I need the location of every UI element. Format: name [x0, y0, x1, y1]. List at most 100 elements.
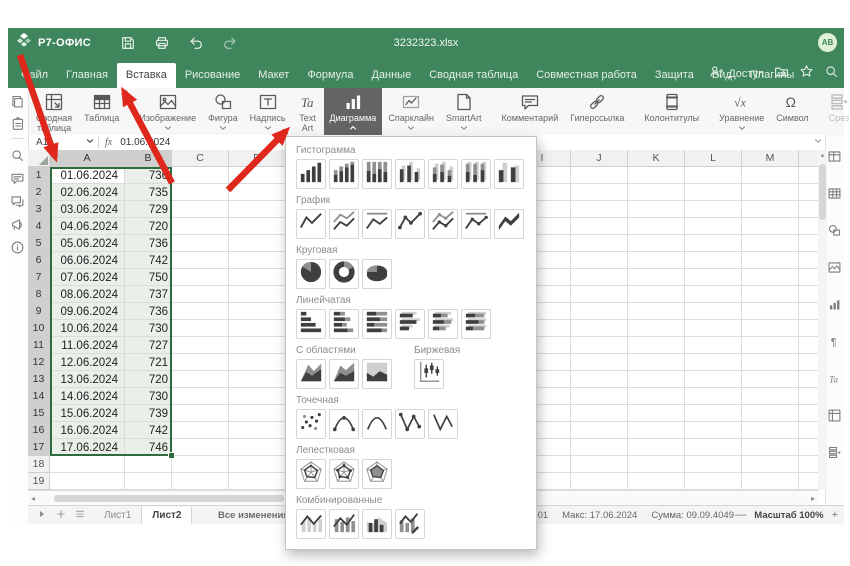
- undo-icon[interactable]: [187, 34, 205, 52]
- avatar[interactable]: AB: [818, 33, 837, 52]
- cell-b5[interactable]: 736: [125, 235, 172, 252]
- chart-type-line-stacked-markers[interactable]: [428, 209, 458, 239]
- column-header-m[interactable]: M: [742, 150, 799, 167]
- row-header-9[interactable]: 9: [28, 303, 50, 320]
- chart-type-bar-3d-stacked[interactable]: [428, 309, 458, 339]
- chart-type-radar[interactable]: [296, 459, 326, 489]
- cell-a10[interactable]: 10.06.2024: [50, 320, 125, 337]
- chart-type-bar-3d-clustered[interactable]: [395, 309, 425, 339]
- chart-type-doughnut[interactable]: [329, 259, 359, 289]
- chevron-down-icon[interactable]: [86, 137, 94, 148]
- sheet-list-icon[interactable]: [74, 508, 86, 523]
- paste-icon[interactable]: [10, 116, 26, 132]
- chat-icon[interactable]: [10, 194, 26, 210]
- row-header-2[interactable]: 2: [28, 184, 50, 201]
- menu-tab-макет[interactable]: Макет: [249, 63, 298, 88]
- cell-b12[interactable]: 721: [125, 354, 172, 371]
- menu-tab-совместная-работа[interactable]: Совместная работа: [527, 63, 646, 88]
- scroll-left-icon[interactable]: ◂: [31, 494, 35, 503]
- menu-tab-защита[interactable]: Защита: [646, 63, 703, 88]
- chart-type-line-stacked[interactable]: [329, 209, 359, 239]
- column-header-l[interactable]: L: [685, 150, 742, 167]
- cell-b11[interactable]: 727: [125, 337, 172, 354]
- copy-icon[interactable]: [10, 94, 26, 110]
- select-all-corner[interactable]: [28, 150, 50, 167]
- save-icon[interactable]: [119, 34, 137, 52]
- chart-type-bar-clustered[interactable]: [296, 309, 326, 339]
- about-icon[interactable]: [10, 240, 26, 256]
- cell-b6[interactable]: 742: [125, 252, 172, 269]
- chart-type-col-3d-clustered[interactable]: [395, 159, 425, 189]
- cell-a14[interactable]: 14.06.2024: [50, 388, 125, 405]
- cell-a12[interactable]: 12.06.2024: [50, 354, 125, 371]
- toolbar-button-equation[interactable]: √xУравнение: [713, 88, 770, 135]
- column-header-b[interactable]: B: [125, 150, 172, 167]
- menu-tab-сводная-таблица[interactable]: Сводная таблица: [420, 63, 527, 88]
- scroll-right-icon[interactable]: ▸: [811, 494, 815, 503]
- pivot-settings-icon[interactable]: [827, 408, 843, 424]
- cell-a16[interactable]: 16.06.2024: [50, 422, 125, 439]
- row-header-17[interactable]: 17: [28, 439, 50, 456]
- toolbar-button-chart[interactable]: Диаграмма: [324, 88, 383, 135]
- chart-type-combo-col-line[interactable]: [296, 509, 326, 539]
- chart-settings-icon[interactable]: [827, 297, 843, 313]
- image-settings-icon[interactable]: [827, 260, 843, 276]
- feedback-icon[interactable]: [10, 217, 26, 233]
- table-settings-icon[interactable]: [827, 186, 843, 202]
- row-header-12[interactable]: 12: [28, 354, 50, 371]
- cell-b15[interactable]: 739: [125, 405, 172, 422]
- row-header-16[interactable]: 16: [28, 422, 50, 439]
- chart-type-line-markers[interactable]: [395, 209, 425, 239]
- chart-type-bar-3d-100[interactable]: [461, 309, 491, 339]
- chart-type-radar-markers[interactable]: [329, 459, 359, 489]
- toolbar-button-image[interactable]: Изображение: [133, 88, 202, 135]
- menu-tab-формула[interactable]: Формула: [298, 63, 362, 88]
- chart-type-bar-stacked[interactable]: [329, 309, 359, 339]
- cell-a3[interactable]: 03.06.2024: [50, 201, 125, 218]
- add-sheet-icon[interactable]: [55, 508, 67, 523]
- name-box[interactable]: A1: [28, 137, 98, 148]
- cell-b2[interactable]: 735: [125, 184, 172, 201]
- toolbar-button-comment[interactable]: Комментарий: [496, 88, 565, 135]
- chart-type-area-100[interactable]: [362, 359, 392, 389]
- toolbar-button-pivot-table[interactable]: Сводная таблица: [30, 88, 78, 135]
- row-header-3[interactable]: 3: [28, 201, 50, 218]
- cell-a6[interactable]: 06.06.2024: [50, 252, 125, 269]
- row-header-15[interactable]: 15: [28, 405, 50, 422]
- access-button[interactable]: Доступ: [709, 64, 764, 84]
- cell-a4[interactable]: 04.06.2024: [50, 218, 125, 235]
- menu-tab-вставка[interactable]: Вставка: [117, 63, 176, 88]
- menu-tab-рисование[interactable]: Рисование: [176, 63, 249, 88]
- row-header-8[interactable]: 8: [28, 286, 50, 303]
- chart-type-combo-area-col[interactable]: [362, 509, 392, 539]
- star-icon[interactable]: [799, 64, 814, 84]
- cell-a1[interactable]: 01.06.2024: [50, 167, 125, 184]
- cell-a13[interactable]: 13.06.2024: [50, 371, 125, 388]
- slicer-settings-icon[interactable]: [827, 445, 843, 461]
- cell-b14[interactable]: 730: [125, 388, 172, 405]
- chart-type-bar-100[interactable]: [362, 309, 392, 339]
- cell-b17[interactable]: 746: [125, 439, 172, 456]
- cell-b7[interactable]: 750: [125, 269, 172, 286]
- row-header-5[interactable]: 5: [28, 235, 50, 252]
- chart-type-line[interactable]: [296, 209, 326, 239]
- row-header-19[interactable]: 19: [28, 473, 50, 490]
- chart-type-scatter-smooth-markers[interactable]: [329, 409, 359, 439]
- cell-b8[interactable]: 737: [125, 286, 172, 303]
- menu-tab-файл[interactable]: Файл: [12, 63, 57, 88]
- row-header-18[interactable]: 18: [28, 456, 50, 473]
- menu-tab-главная[interactable]: Главная: [57, 63, 117, 88]
- chart-type-scatter-lines-markers[interactable]: [395, 409, 425, 439]
- row-header-13[interactable]: 13: [28, 371, 50, 388]
- chart-type-area-stacked[interactable]: [329, 359, 359, 389]
- scroll-up-icon[interactable]: ▴: [818, 151, 827, 159]
- chart-type-line-3d[interactable]: [494, 209, 524, 239]
- toolbar-button-table[interactable]: Таблица: [78, 88, 125, 135]
- comments-icon[interactable]: [10, 171, 26, 187]
- cell-b13[interactable]: 720: [125, 371, 172, 388]
- chart-type-scatter[interactable]: [296, 409, 326, 439]
- cell-a7[interactable]: 07.06.2024: [50, 269, 125, 286]
- cell-b3[interactable]: 729: [125, 201, 172, 218]
- chart-type-line-100-markers[interactable]: [461, 209, 491, 239]
- search-icon[interactable]: [824, 64, 839, 84]
